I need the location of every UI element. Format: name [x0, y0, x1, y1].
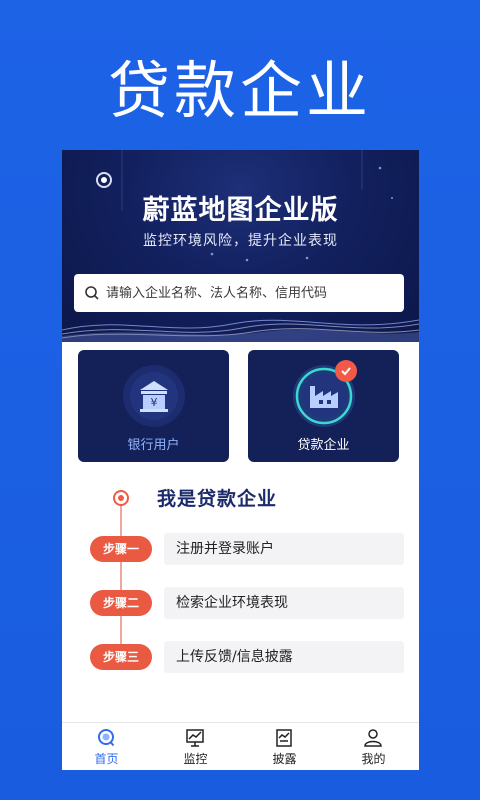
selected-check-icon: [335, 360, 357, 382]
step-item[interactable]: 检索企业环境表现: [164, 587, 404, 619]
disclosure-icon: [276, 729, 292, 747]
bank-user-card[interactable]: ¥ 银行用户: [78, 350, 229, 462]
search-icon: [85, 286, 99, 300]
bottom-tab-bar: 首页 监控 披露 我的: [62, 722, 419, 770]
bank-user-label: 银行用户: [127, 438, 180, 453]
step-badge: 步骤三: [90, 644, 152, 670]
bank-icon: ¥: [122, 364, 186, 428]
hero-banner: 蔚蓝地图企业版 监控环境风险，提升企业表现: [62, 150, 419, 342]
steps-title: 我是贷款企业: [157, 488, 278, 510]
tab-profile-label: 我的: [361, 752, 386, 766]
tab-disclosure[interactable]: 披露: [240, 723, 329, 770]
app-screen: 蔚蓝地图企业版 监控环境风险，提升企业表现 ¥ 银行用户: [62, 150, 419, 770]
search-bar[interactable]: [74, 274, 404, 312]
tab-disclosure-label: 披露: [272, 752, 297, 766]
step-badge: 步骤一: [90, 536, 152, 562]
loan-enterprise-label: 贷款企业: [297, 438, 350, 453]
steps-dot-icon: [113, 490, 129, 506]
loan-enterprise-card[interactable]: 贷款企业: [248, 350, 399, 462]
hero-title: 蔚蓝地图企业版: [142, 195, 339, 226]
hero-subtitle: 监控环境风险，提升企业表现: [143, 233, 338, 249]
step-item[interactable]: 注册并登录账户: [164, 533, 404, 565]
tab-home[interactable]: 首页: [62, 723, 151, 770]
tab-monitor[interactable]: 监控: [151, 723, 240, 770]
step-item[interactable]: 上传反馈/信息披露: [164, 641, 404, 673]
user-icon: [364, 729, 382, 747]
tab-monitor-label: 监控: [183, 752, 208, 766]
steps-timeline: [120, 498, 122, 658]
promo-title: 贷款企业: [107, 54, 372, 127]
tab-home-label: 首页: [94, 752, 119, 766]
search-input[interactable]: [106, 285, 396, 301]
svg-text:¥: ¥: [151, 396, 158, 409]
step-badge: 步骤二: [90, 590, 152, 616]
tab-profile[interactable]: 我的: [329, 723, 418, 770]
hero-ring-icon: [96, 172, 112, 188]
monitor-icon: [186, 729, 204, 747]
home-icon: [98, 729, 115, 747]
